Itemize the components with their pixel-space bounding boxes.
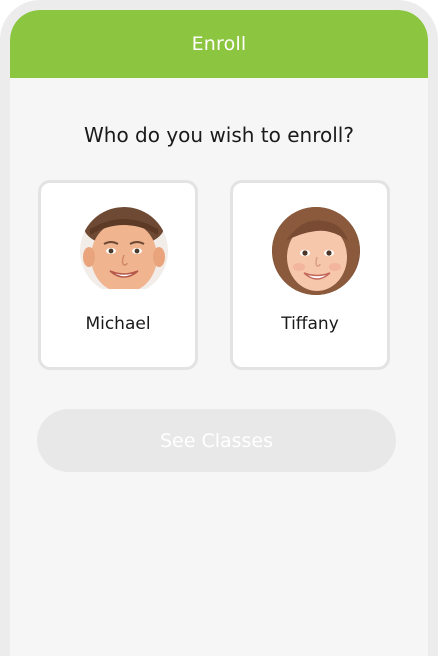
- child-avatar-tiffany: [272, 207, 360, 295]
- child-avatar-michael: [80, 207, 168, 295]
- phone-frame: Enroll Who do you wish to enroll? Michae…: [0, 0, 438, 656]
- child-name: Michael: [85, 314, 151, 334]
- enroll-question: Who do you wish to enroll?: [84, 123, 354, 147]
- page-title: Enroll: [191, 33, 247, 55]
- see-classes-button[interactable]: See Classes: [37, 409, 396, 472]
- child-card-michael[interactable]: Michael: [38, 180, 198, 370]
- child-card-tiffany[interactable]: Tiffany: [230, 180, 390, 370]
- header-bar: Enroll: [10, 10, 428, 78]
- child-name: Tiffany: [281, 314, 339, 334]
